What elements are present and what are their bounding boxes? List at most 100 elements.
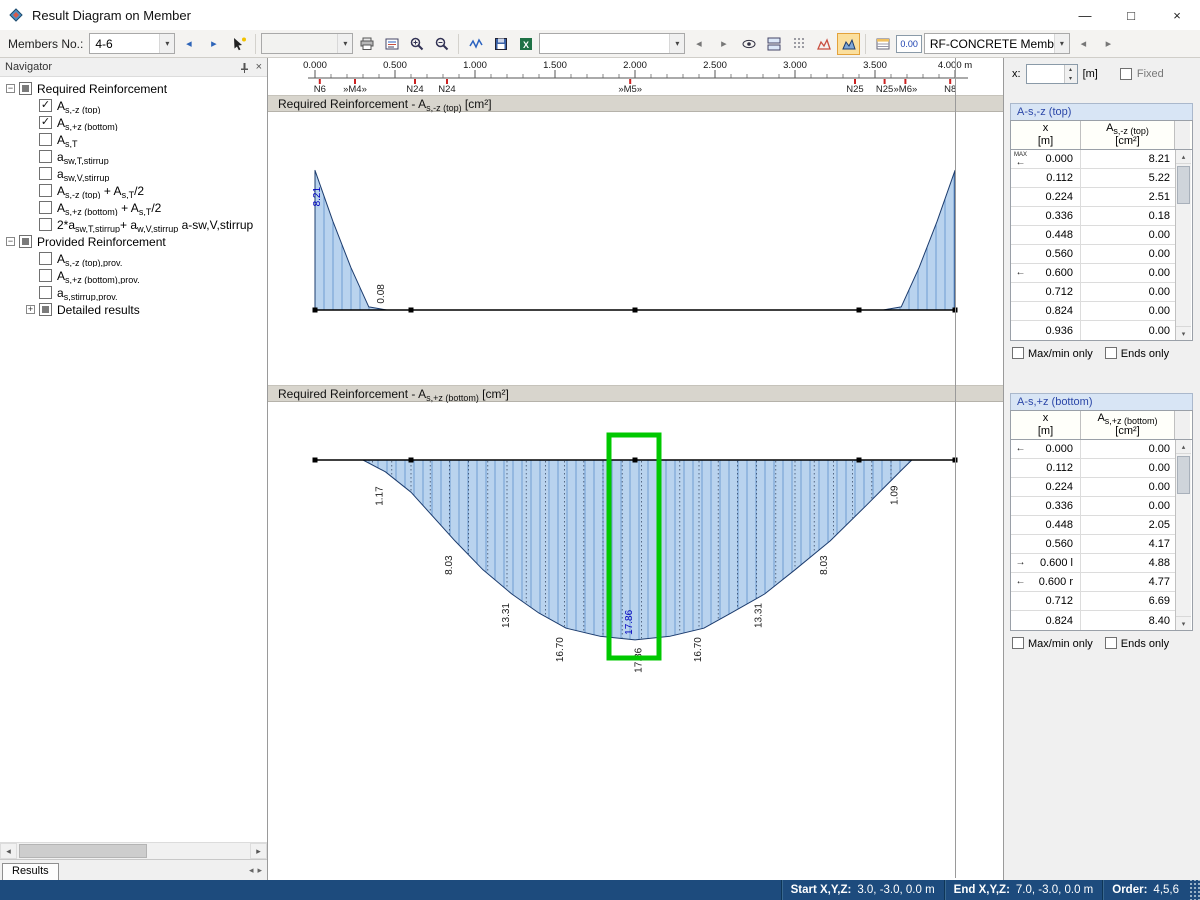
- minus-expander-icon[interactable]: −: [6, 237, 15, 246]
- minimize-button[interactable]: —: [1062, 0, 1108, 30]
- tree-item-1[interactable]: ✓As,-z (top): [0, 97, 267, 114]
- pick-member-button[interactable]: [227, 33, 250, 55]
- scroll-down-icon[interactable]: ▾: [1176, 616, 1191, 630]
- table-row[interactable]: →0.600 l4.88: [1011, 554, 1175, 573]
- scroll-thumb[interactable]: [19, 844, 147, 858]
- display-properties-button[interactable]: [380, 33, 403, 55]
- tabs-scroll-left-icon[interactable]: ◂: [249, 865, 254, 876]
- tree-checkbox[interactable]: [39, 252, 52, 265]
- scroll-right-icon[interactable]: ▸: [250, 843, 267, 859]
- export-excel-button[interactable]: X: [514, 33, 537, 55]
- prev-case-button[interactable]: ◂: [687, 33, 710, 55]
- navigator-close-icon[interactable]: ×: [256, 61, 262, 73]
- tree-checkbox[interactable]: [19, 235, 32, 248]
- smooth-results-button[interactable]: [464, 33, 487, 55]
- table-row[interactable]: 0.3360.00: [1011, 497, 1175, 516]
- scroll-thumb[interactable]: [1177, 166, 1190, 204]
- scroll-up-icon[interactable]: ▴: [1176, 150, 1191, 164]
- dropdown-icon[interactable]: ▾: [337, 34, 352, 53]
- checkbox-ends-only[interactable]: Ends only: [1105, 347, 1169, 360]
- scroll-down-icon[interactable]: ▾: [1176, 326, 1191, 340]
- tree-checkbox[interactable]: [39, 167, 52, 180]
- tree-checkbox[interactable]: [39, 218, 52, 231]
- table-row[interactable]: 0.5604.17: [1011, 535, 1175, 554]
- scroll-up-icon[interactable]: ▴: [1176, 440, 1191, 454]
- table-row[interactable]: 0.5600.00: [1011, 245, 1175, 264]
- checkbox-box[interactable]: [1105, 347, 1117, 359]
- result-type-combo[interactable]: ▾: [261, 33, 353, 54]
- dropdown-icon[interactable]: ▾: [669, 34, 684, 53]
- dropdown-icon[interactable]: ▾: [159, 34, 174, 53]
- checkbox-box[interactable]: [1105, 637, 1117, 649]
- tree-item-3[interactable]: As,T: [0, 131, 267, 148]
- save-diagram-button[interactable]: [489, 33, 512, 55]
- table-row[interactable]: ←0.6000.00: [1011, 264, 1175, 283]
- module-combo[interactable]: RF-CONCRETE Members ▾: [924, 33, 1070, 54]
- table-row[interactable]: 0.4480.00: [1011, 226, 1175, 245]
- x-position-input[interactable]: [1027, 65, 1061, 83]
- table-row[interactable]: 0.1120.00: [1011, 459, 1175, 478]
- tabs-scroll-right-icon[interactable]: ▸: [257, 865, 262, 876]
- plus-expander-icon[interactable]: +: [26, 305, 35, 314]
- checkbox-max-min-only[interactable]: Max/min only: [1012, 637, 1093, 650]
- display-values-button[interactable]: 0.00: [896, 35, 922, 53]
- spin-up-icon[interactable]: ▴: [1065, 65, 1077, 74]
- dropdown-icon[interactable]: ▾: [1054, 34, 1069, 53]
- checkbox-max-min-only[interactable]: Max/min only: [1012, 347, 1093, 360]
- next-case-button[interactable]: ▸: [712, 33, 735, 55]
- prev-module-button[interactable]: ◂: [1072, 33, 1095, 55]
- table-row[interactable]: 0.7126.69: [1011, 592, 1175, 611]
- table-row[interactable]: ←0.0000.00: [1011, 440, 1175, 459]
- tree-item-11[interactable]: As,+z (bottom),prov.: [0, 267, 267, 284]
- scroll-left-icon[interactable]: ◂: [0, 843, 17, 859]
- table-row[interactable]: 0.2240.00: [1011, 478, 1175, 497]
- table-row[interactable]: 0.3360.18: [1011, 207, 1175, 226]
- tree-item-8[interactable]: 2*asw,T,stirrup+ aw,V,stirrup a-sw,V,sti…: [0, 216, 267, 233]
- result-table-toggle-button[interactable]: [871, 33, 894, 55]
- tree-item-2[interactable]: ✓As,+z (bottom): [0, 114, 267, 131]
- table-row[interactable]: 0.9360.00: [1011, 321, 1175, 340]
- close-button[interactable]: ×: [1154, 0, 1200, 30]
- tree-checkbox[interactable]: ✓: [39, 116, 52, 129]
- tree-checkbox[interactable]: [39, 133, 52, 146]
- tree-checkbox[interactable]: [39, 286, 52, 299]
- tree-item-6[interactable]: As,-z (top) + As,T/2: [0, 182, 267, 199]
- tree-checkbox[interactable]: [19, 82, 32, 95]
- scroll-track[interactable]: [17, 843, 250, 859]
- table-row[interactable]: 0.4482.05: [1011, 516, 1175, 535]
- visibility-button[interactable]: [737, 33, 760, 55]
- tree-checkbox[interactable]: [39, 184, 52, 197]
- checkbox-ends-only[interactable]: Ends only: [1105, 637, 1169, 650]
- table-vscrollbar[interactable]: ▴▾: [1175, 150, 1191, 340]
- tree-checkbox[interactable]: ✓: [39, 99, 52, 112]
- minus-expander-icon[interactable]: −: [6, 84, 15, 93]
- tree-item-12[interactable]: as,stirrup,prov.: [0, 284, 267, 301]
- tree-checkbox[interactable]: [39, 269, 52, 282]
- tree-item-9[interactable]: −Provided Reinforcement: [0, 233, 267, 250]
- tree-checkbox[interactable]: [39, 303, 52, 316]
- table-row[interactable]: 0.2242.51: [1011, 188, 1175, 207]
- tree-item-13[interactable]: +Detailed results: [0, 301, 267, 318]
- table-row[interactable]: 0.1125.22: [1011, 169, 1175, 188]
- table-row[interactable]: ←0.600 r4.77: [1011, 573, 1175, 592]
- tab-results[interactable]: Results: [2, 863, 59, 880]
- navigator-hscrollbar[interactable]: ◂ ▸: [0, 842, 267, 859]
- next-member-button[interactable]: ▸: [202, 33, 225, 55]
- zoom-in-button[interactable]: [405, 33, 428, 55]
- tree-checkbox[interactable]: [39, 201, 52, 214]
- two-diagrams-button[interactable]: [762, 33, 785, 55]
- zoom-out-button[interactable]: [430, 33, 453, 55]
- next-module-button[interactable]: ▸: [1097, 33, 1120, 55]
- table-row[interactable]: 0.7120.00: [1011, 283, 1175, 302]
- tree-item-5[interactable]: asw,V,stirrup: [0, 165, 267, 182]
- tree-item-0[interactable]: −Required Reinforcement: [0, 80, 267, 97]
- diagram-filled-button[interactable]: [837, 33, 860, 55]
- print-button[interactable]: [355, 33, 378, 55]
- scroll-thumb[interactable]: [1177, 456, 1190, 494]
- tree-item-7[interactable]: As,+z (bottom) + As,T/2: [0, 199, 267, 216]
- position-cursor-line[interactable]: [955, 58, 956, 878]
- table-row[interactable]: 0.8240.00: [1011, 302, 1175, 321]
- spin-down-icon[interactable]: ▾: [1065, 74, 1077, 83]
- x-position-spinner[interactable]: ▴ ▾: [1026, 64, 1078, 84]
- diagram-bottom[interactable]: 1.178.0313.3116.7017.8617.8616.7013.318.…: [268, 402, 1004, 702]
